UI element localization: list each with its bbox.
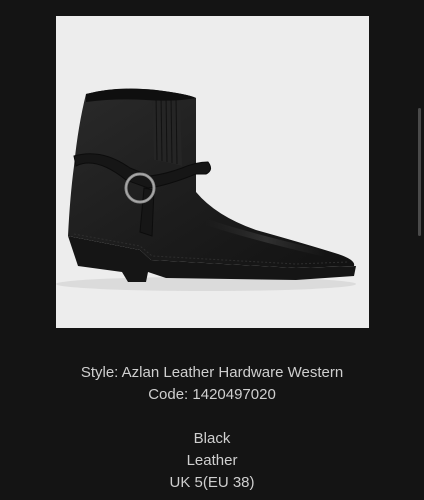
code-line: Code: 1420497020: [148, 386, 276, 403]
size-value: UK 5(EU 38): [169, 474, 255, 491]
product-detail-screen: Style: Azlan Leather Hardware Western Co…: [0, 0, 424, 500]
colour-value: Black: [193, 430, 231, 447]
material-value: Leather: [186, 452, 238, 469]
details-spacer: [0, 406, 424, 428]
scrollbar-thumb[interactable]: [418, 108, 421, 236]
product-image[interactable]: [56, 16, 369, 328]
style-line: Style: Azlan Leather Hardware Western: [80, 364, 344, 381]
boot-illustration: [56, 88, 356, 291]
product-details: Style: Azlan Leather Hardware Western Co…: [0, 362, 424, 494]
scrollbar[interactable]: [418, 0, 421, 500]
